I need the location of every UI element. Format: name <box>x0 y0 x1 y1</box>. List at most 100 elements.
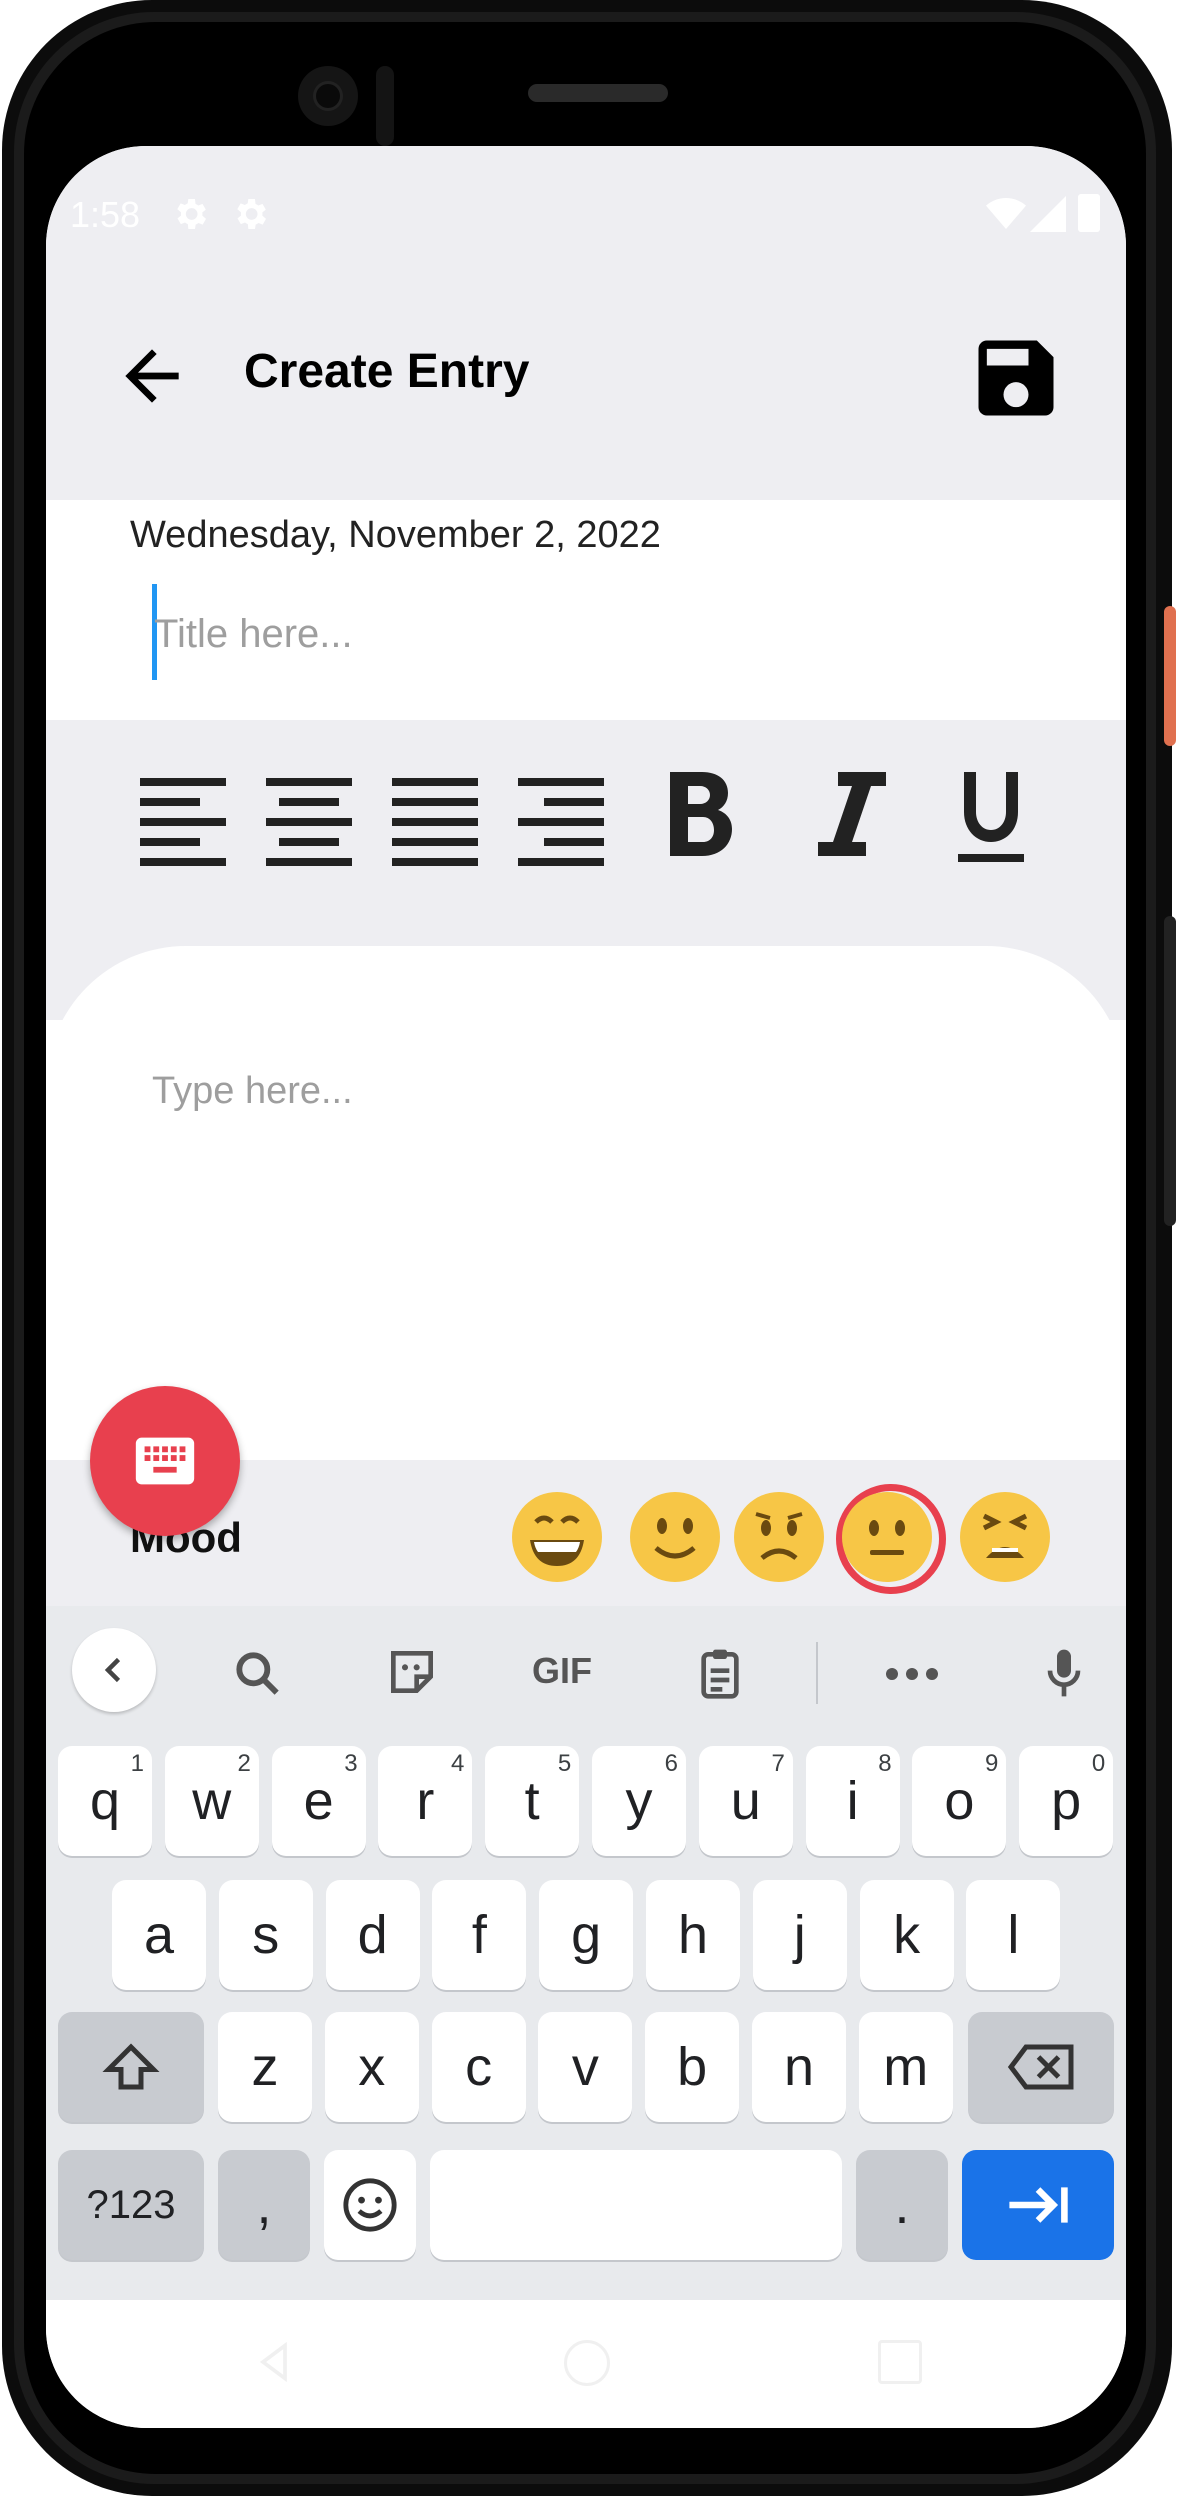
soft-keyboard: GIF ?123 , . q1w2e3r4t5y6u7i8o9p0asdfghj… <box>46 1606 1126 2300</box>
keyboard-back-button[interactable] <box>72 1628 156 1712</box>
key-hint: 5 <box>557 1750 572 1777</box>
key-b[interactable]: b <box>645 2012 740 2122</box>
nav-back-icon[interactable] <box>252 2340 296 2384</box>
key-label: w <box>192 1771 232 1831</box>
key-label: q <box>89 1771 121 1831</box>
slightly-smiling-face-emoji[interactable] <box>630 1492 720 1582</box>
entry-date: Wednesday, November 2, 2022 <box>130 514 661 556</box>
key-o[interactable]: o9 <box>912 1746 1007 1856</box>
align-right-icon[interactable] <box>518 776 604 866</box>
key-a[interactable]: a <box>112 1880 206 1990</box>
entry-header: Wednesday, November 2, 2022 Title here..… <box>46 500 1126 720</box>
key-p[interactable]: p0 <box>1019 1746 1114 1856</box>
emoji-icon <box>343 2178 397 2232</box>
sensor <box>376 66 394 146</box>
weary-face-emoji[interactable] <box>960 1492 1050 1582</box>
arrow-left-icon[interactable] <box>112 336 192 416</box>
key-e[interactable]: e3 <box>271 1746 366 1856</box>
italic-icon[interactable] <box>816 768 888 860</box>
key-label: u <box>730 1771 761 1831</box>
key-h[interactable]: h <box>646 1880 740 1990</box>
key-f[interactable]: f <box>432 1880 527 1990</box>
key-label: r <box>416 1771 435 1831</box>
status-time: 1:58 <box>70 194 141 235</box>
body-input[interactable]: Type here... <box>152 1070 353 1113</box>
volume-button <box>1164 916 1176 1226</box>
enter-key[interactable] <box>962 2150 1114 2260</box>
key-l[interactable]: l <box>966 1880 1061 1990</box>
key-q[interactable]: q1 <box>58 1746 152 1856</box>
toolbar-divider <box>816 1642 818 1704</box>
underline-icon[interactable] <box>958 768 1024 864</box>
shift-key[interactable] <box>58 2012 204 2122</box>
camera-lens <box>316 84 340 108</box>
key-g[interactable]: g <box>539 1880 634 1990</box>
align-center-icon[interactable] <box>266 776 352 866</box>
power-button <box>1164 606 1176 746</box>
backspace-key[interactable] <box>968 2012 1114 2122</box>
key-n[interactable]: n <box>752 2012 846 2122</box>
key-y[interactable]: y6 <box>592 1746 686 1856</box>
settings-icon-2 <box>237 199 266 229</box>
backspace-icon <box>1007 2044 1074 2090</box>
keyboard-fab[interactable] <box>90 1386 240 1536</box>
search-icon[interactable] <box>230 1646 286 1702</box>
wifi-icon <box>986 198 1026 229</box>
nav-home-button[interactable] <box>564 2340 610 2386</box>
key-label: e <box>303 1771 334 1831</box>
screen: 1:58 Create Entry Wednesday, November 2,… <box>46 146 1126 2428</box>
keyboard-icon <box>135 1437 195 1485</box>
page-title: Create Entry <box>244 345 530 398</box>
symbols-key[interactable]: ?123 <box>58 2150 204 2260</box>
app-bar: Create Entry <box>46 276 1126 500</box>
sticker-icon[interactable] <box>384 1644 440 1700</box>
gif-button[interactable]: GIF <box>532 1650 592 1692</box>
bold-icon[interactable] <box>666 768 736 860</box>
frowning-face-emoji[interactable] <box>734 1492 824 1582</box>
nav-recents-button[interactable] <box>878 2340 922 2384</box>
shift-icon <box>102 2043 160 2090</box>
key-m[interactable]: m <box>858 2012 953 2122</box>
key-t[interactable]: t5 <box>485 1746 580 1856</box>
key-hint: 3 <box>344 1750 358 1777</box>
key-label: o <box>944 1771 975 1831</box>
key-i[interactable]: i8 <box>805 1746 900 1856</box>
grinning-face-emoji[interactable] <box>512 1492 602 1582</box>
clipboard-icon[interactable] <box>692 1644 748 1702</box>
period-key[interactable]: . <box>856 2150 948 2260</box>
key-label: t <box>524 1771 540 1831</box>
key-u[interactable]: u7 <box>698 1746 793 1856</box>
align-left-icon[interactable] <box>140 776 226 866</box>
space-key[interactable] <box>430 2150 842 2260</box>
floppy-disk-icon[interactable] <box>966 328 1066 428</box>
key-hint: 6 <box>664 1750 678 1777</box>
key-v[interactable]: v <box>538 2012 633 2122</box>
align-justify-icon[interactable] <box>392 776 478 866</box>
key-x[interactable]: x <box>324 2012 419 2122</box>
key-r[interactable]: r4 <box>378 1746 473 1856</box>
earpiece-speaker <box>528 84 668 102</box>
key-hint: 8 <box>878 1750 892 1777</box>
key-label: y <box>625 1771 653 1831</box>
battery-icon <box>1078 194 1100 232</box>
key-k[interactable]: k <box>859 1880 954 1990</box>
key-j[interactable]: j <box>752 1880 847 1990</box>
mic-icon[interactable] <box>1036 1642 1092 1704</box>
key-hint: 4 <box>451 1750 465 1777</box>
key-label: i <box>846 1771 859 1831</box>
tab-arrow-icon <box>1009 2187 1068 2223</box>
key-hint: 1 <box>130 1750 144 1777</box>
status-bar: 1:58 <box>46 146 1126 276</box>
key-s[interactable]: s <box>218 1880 313 1990</box>
emoji-key[interactable] <box>324 2150 416 2260</box>
key-w[interactable]: w2 <box>164 1746 259 1856</box>
comma-key[interactable]: , <box>218 2150 310 2260</box>
key-hint: 7 <box>771 1750 785 1777</box>
key-d[interactable]: d <box>325 1880 420 1990</box>
neutral-face-emoji[interactable] <box>842 1492 932 1582</box>
key-c[interactable]: c <box>431 2012 526 2122</box>
more-icon[interactable] <box>882 1654 942 1694</box>
title-input[interactable]: Title here... <box>154 612 353 657</box>
settings-icon <box>177 199 206 229</box>
key-z[interactable]: z <box>218 2012 312 2122</box>
